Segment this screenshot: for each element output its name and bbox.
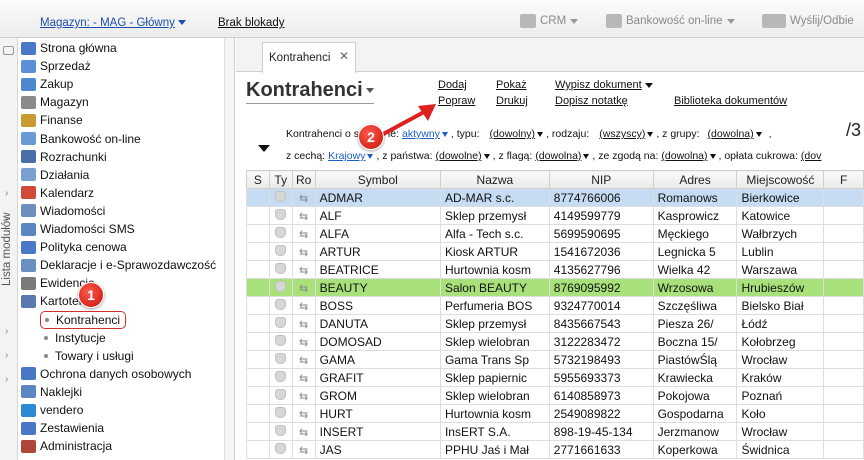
annotation-badge-1: 1 [78,282,104,308]
annotation-badge-2: 2 [358,124,384,150]
annotation-layer [374,104,436,140]
